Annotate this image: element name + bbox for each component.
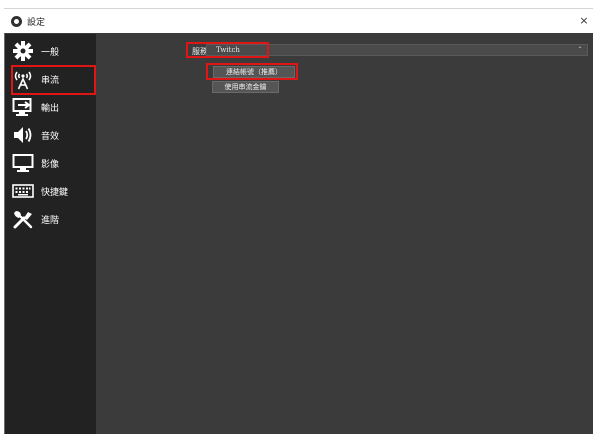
obs-logo-icon — [11, 16, 22, 27]
sidebar-item-label: 輸出 — [41, 103, 60, 114]
close-button[interactable]: × — [577, 13, 591, 29]
sidebar-item-output[interactable]: 輸出 — [5, 93, 96, 121]
gear-icon — [13, 41, 33, 61]
sidebar-item-stream[interactable]: 串流 — [5, 65, 96, 93]
speaker-icon — [14, 127, 32, 143]
sidebar-item-label: 進階 — [41, 215, 60, 226]
sidebar-item-video[interactable]: 影像 — [5, 149, 96, 177]
sidebar-item-label: 影像 — [41, 159, 60, 170]
window-title: 設定 — [27, 18, 46, 28]
service-dropdown[interactable]: Twitch ⌃ — [206, 44, 588, 56]
sidebar-item-label: 音效 — [41, 131, 60, 142]
sidebar-item-label: 串流 — [41, 75, 60, 86]
top-strip — [0, 0, 593, 8]
sidebar-item-label: 一般 — [41, 47, 60, 58]
service-value: Twitch — [216, 46, 240, 54]
output-arrow-icon — [12, 98, 32, 116]
sidebar-item-hotkeys[interactable]: 快捷鍵 — [5, 177, 96, 205]
sidebar-item-advanced[interactable]: 進階 — [5, 205, 96, 233]
sidebar-item-general[interactable]: 一般 — [5, 37, 96, 65]
sidebar-item-label: 快捷鍵 — [41, 187, 69, 198]
tools-icon — [13, 211, 33, 229]
monitor-icon — [12, 154, 34, 172]
keyboard-icon — [12, 184, 34, 198]
title-bar: 設定 × — [4, 8, 593, 34]
sidebar-item-audio[interactable]: 音效 — [5, 121, 96, 149]
use-stream-key-button[interactable]: 使用串流金鑰 — [212, 81, 279, 93]
settings-sidebar: 一般 串流 輸出 音效 影像 快捷鍵 進階 — [5, 34, 96, 434]
connect-account-button[interactable]: 連結帳號（推薦） — [213, 66, 295, 78]
dropdown-arrow-icon: ⌃ — [577, 46, 583, 53]
broadcast-antenna-icon — [14, 71, 32, 90]
